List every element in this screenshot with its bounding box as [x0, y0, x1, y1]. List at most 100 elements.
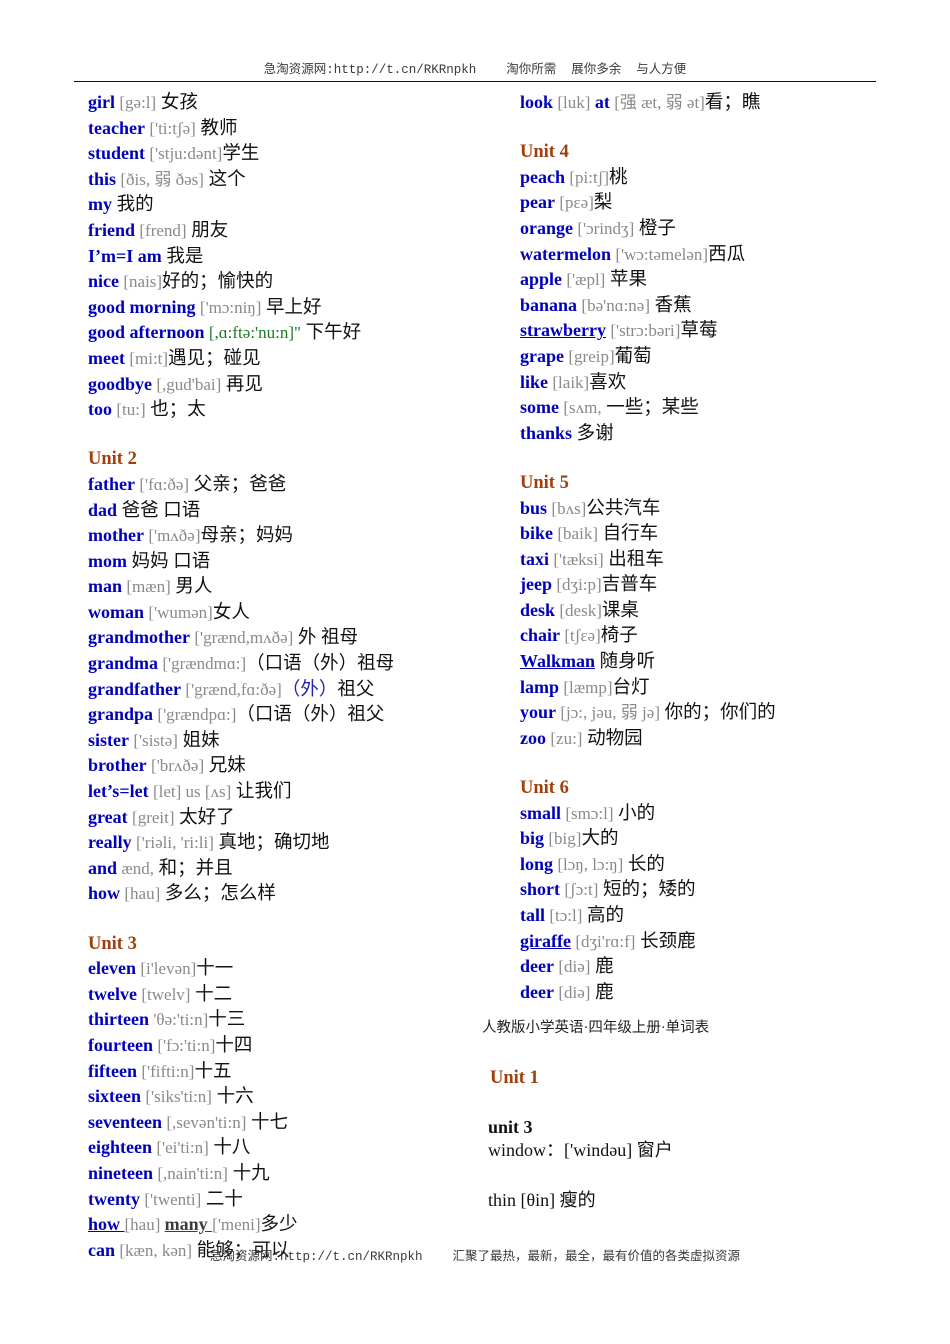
vocab-phonetic-secondary: [强 æt, 弱 ət]	[614, 93, 705, 112]
vocab-definition: 大的	[581, 829, 619, 850]
vocab-word: grandfather	[88, 678, 181, 699]
vocab-definition: 看；瞧	[704, 93, 761, 113]
vocab-definition: 鹿	[590, 982, 614, 1003]
vocab-word: my	[88, 194, 112, 215]
vocab-phonetic: [sʌm,	[563, 398, 602, 418]
vocab-word: bus	[520, 497, 548, 518]
vocab-phonetic: [desk]	[559, 600, 602, 620]
vocab-word: grandpa	[88, 704, 154, 725]
vocab-entry: friend [frend] 朋友	[88, 218, 508, 244]
vocab-entry: zoo [zu:] 动物园	[520, 726, 940, 752]
vocab-definition: 随身听	[595, 652, 656, 673]
vocab-entry: like [laik]喜欢	[520, 370, 940, 396]
vocab-word: lamp	[520, 676, 560, 697]
vocab-phonetic: [frend]	[139, 220, 187, 240]
vocab-word: desk	[520, 599, 556, 620]
vocab-phonetic: ['ei'ti:n]	[156, 1138, 209, 1158]
header-divider	[74, 81, 876, 82]
vocab-word: goodbye	[88, 373, 153, 394]
vocab-word: man	[88, 576, 123, 597]
header-banner-text: 急淘资源网:http://t.cn/RKRnpkh 淘你所需 展你多余 与人方便	[263, 63, 687, 77]
vocab-phonetic: [laik]	[552, 372, 590, 392]
vocab-entry: eighteen ['ei'ti:n] 十八	[88, 1135, 508, 1161]
vocab-definition: 也；太	[145, 400, 206, 421]
vocab-entry: desk [desk]课桌	[520, 598, 940, 624]
vocab-word: too	[88, 399, 112, 420]
vocab-entry: and ænd, 和；并且	[88, 856, 508, 882]
vocab-word: mom	[88, 550, 127, 571]
vocab-definition: 男人	[170, 577, 213, 598]
vocab-word: eighteen	[88, 1137, 152, 1158]
vocab-word-secondary: many	[164, 1214, 213, 1235]
vocab-definition: 朋友	[186, 220, 229, 241]
vocab-phonetic: [ʃɔ:t]	[564, 880, 599, 900]
vocab-definition: 教师	[195, 118, 238, 139]
vocab-word: good morning	[88, 296, 196, 317]
vocab-definition: 台灯	[612, 677, 650, 698]
vocab-word: apple	[520, 269, 563, 290]
vocab-entry: tall [tɔ:l] 高的	[520, 903, 940, 929]
vocab-definition: 好的；愉快的	[162, 272, 274, 293]
vocab-word: fourteen	[88, 1034, 153, 1055]
vocab-phonetic: ['mɔ:niŋ]	[199, 297, 262, 317]
vocab-definition: 十五	[194, 1061, 232, 1082]
vocab-word: grandma	[88, 653, 159, 674]
vocab-word: thanks	[520, 422, 573, 443]
vocab-phonetic: ['twenti]	[144, 1189, 202, 1209]
vocab-phonetic: ænd,	[121, 858, 154, 878]
vocab-entry: chair [tʃɛə]椅子	[520, 623, 940, 649]
vocab-phonetic: [greip]	[568, 346, 615, 366]
vocab-word: look	[520, 92, 554, 112]
vocab-definition: 自行车	[597, 524, 659, 545]
vocab-phonetic: [bʌs]	[551, 498, 587, 518]
vocab-definition: 香蕉	[650, 295, 692, 316]
vocab-entry: brother ['brʌðə] 兄妹	[88, 753, 508, 779]
vocab-definition: 西瓜	[708, 244, 746, 265]
vocab-entry: strawberry ['strɔ:bəri]草莓	[520, 318, 940, 344]
vocab-phonetic: ['grændpɑ:]	[157, 705, 237, 725]
vocab-definition: 苹果	[605, 270, 647, 291]
vocab-entry: short [ʃɔ:t] 短的；矮的	[520, 877, 940, 903]
vocab-definition: 妈妈 口语	[127, 551, 211, 572]
vocab-phonetic: [,sevən'ti:n]	[166, 1112, 247, 1132]
vocab-definition: 二十	[201, 1189, 243, 1210]
vocab-word: father	[88, 473, 135, 494]
vocab-word: friend	[88, 219, 135, 240]
vocab-entry: great [greit] 太好了	[88, 805, 508, 831]
vocab-phonetic: ['wɔ:təmelən]	[615, 244, 709, 264]
vocab-word: brother	[88, 755, 147, 776]
vocab-entry: look [luk] at [强 æt, 弱 ət]看；瞧	[520, 90, 940, 116]
vocab-word: nice	[88, 271, 119, 292]
vocab-definition: 让我们	[231, 782, 292, 803]
vocab-definition: 鹿	[590, 957, 614, 978]
vocab-definition: 你的；你们的	[659, 703, 776, 724]
vocab-word: giraffe	[520, 930, 571, 951]
bottom-right-block: 人教版小学英语·四年级上册·单词表 Unit 1 unit 3 window：[…	[482, 1018, 922, 1213]
vocab-definition: 我的	[112, 195, 154, 216]
left-entries-unit2: father ['fɑ:ðə] 父亲；爸爸 dad 爸爸 口语 mother ['m…	[88, 472, 508, 907]
vocab-phonetic: [big]	[548, 829, 582, 849]
vocab-phonetic: ['brʌðə]	[151, 756, 205, 776]
vocab-entry: my 我的	[88, 192, 508, 218]
unit-heading-2: Unit 2	[88, 449, 137, 470]
vocab-phonetic: [diə]	[558, 982, 591, 1002]
vocab-definition: 葡萄	[614, 346, 652, 367]
vocab-word: thirteen	[88, 1009, 149, 1030]
vocab-word: like	[520, 371, 549, 392]
vocab-definition: 下午好	[300, 323, 362, 344]
vocab-definition: 一些；某些	[601, 398, 699, 419]
vocab-word: meet	[88, 347, 125, 368]
vocab-word: orange	[520, 217, 573, 238]
vocab-phonetic: [i'levən]	[140, 959, 197, 979]
vocab-word: twenty	[88, 1188, 140, 1209]
vocab-word: sixteen	[88, 1086, 141, 1107]
vocab-phonetic: [pɛə]	[559, 193, 594, 213]
vocab-word: Walkman	[520, 651, 596, 672]
vocab-definition: 十四	[215, 1035, 253, 1056]
vocab-word: fifteen	[88, 1060, 137, 1081]
vocab-definition: 十二	[190, 984, 233, 1005]
vocab-definition: 喜欢	[589, 372, 627, 393]
